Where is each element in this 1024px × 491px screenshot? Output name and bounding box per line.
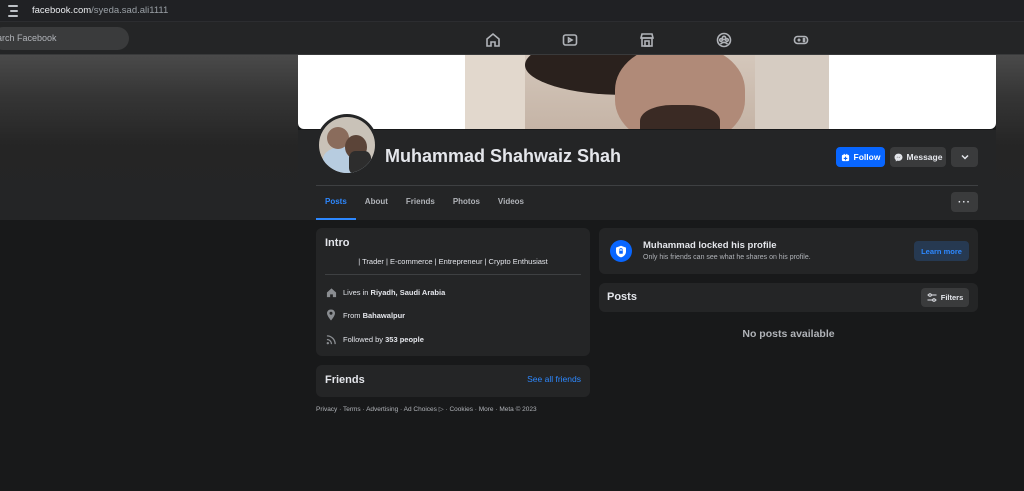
learn-more-button[interactable]: Learn more (914, 241, 969, 261)
profile-lock-icon (610, 240, 632, 262)
no-posts-message: No posts available (742, 328, 835, 340)
browser-address-bar[interactable]: facebook.com/syeda.sad.ali1111 (0, 0, 1024, 22)
intro-lives-prefix: Lives in (343, 287, 369, 297)
tab-videos[interactable]: Videos (489, 186, 533, 219)
rss-icon (325, 333, 337, 345)
cover-photo (465, 55, 829, 129)
tab-photos[interactable]: Photos (444, 186, 489, 219)
footer-links[interactable]: Privacy · Terms · Advertising · Ad Choic… (316, 405, 537, 413)
locked-profile-card: Muhammad locked his profile Only his fri… (599, 228, 978, 274)
intro-bio: | Trader | E-commerce | Entrepreneur | C… (358, 257, 548, 266)
cover-right-shade (996, 55, 1024, 220)
url-text[interactable]: facebook.com/syeda.sad.ali1111 (32, 5, 168, 16)
video-icon[interactable] (562, 32, 580, 50)
search-placeholder: earch Facebook (0, 33, 57, 43)
intro-followed-value[interactable]: 353 people (385, 335, 424, 344)
home-icon (325, 286, 337, 298)
posts-title: Posts (607, 291, 637, 303)
search-input[interactable]: earch Facebook (0, 27, 129, 50)
tab-friends[interactable]: Friends (397, 186, 444, 219)
facebook-top-nav: earch Facebook (0, 22, 1024, 55)
intro-followed-by: Followed by 353 people (325, 332, 424, 346)
url-path: /syeda.sad.ali1111 (91, 5, 169, 16)
home-icon[interactable] (485, 32, 503, 50)
follow-icon (841, 153, 849, 161)
filters-label: Filters (940, 293, 964, 302)
location-pin-icon (325, 309, 337, 321)
locked-subtitle: Only his friends can see what he shares … (643, 254, 811, 261)
intro-title: Intro (325, 237, 350, 249)
see-all-friends-link[interactable]: See all friends (527, 374, 581, 384)
url-host: facebook.com (32, 5, 92, 16)
message-button[interactable]: Message (890, 147, 946, 167)
profile-name: Muhammad Shahwaiz Shah (385, 146, 622, 166)
follow-button[interactable]: Follow (836, 147, 885, 167)
gaming-icon[interactable] (793, 32, 811, 50)
intro-lives-value[interactable]: Riyadh, Saudi Arabia (371, 288, 446, 297)
messenger-icon (894, 153, 902, 161)
intro-card: Intro | Trader | E-commerce | Entreprene… (316, 228, 590, 356)
tab-posts[interactable]: Posts (316, 186, 356, 220)
filters-button[interactable]: Filters (921, 288, 969, 307)
intro-from: From Bahawalpur (325, 308, 405, 322)
cover-photo-frame[interactable] (298, 55, 996, 129)
intro-from-value[interactable]: Bahawalpur (363, 311, 406, 320)
profile-more-button[interactable] (951, 147, 978, 167)
intro-followed-prefix: Followed by (343, 334, 384, 344)
intro-lives-in: Lives in Riyadh, Saudi Arabia (325, 285, 445, 299)
follow-label: Follow (853, 152, 881, 162)
marketplace-icon[interactable] (639, 32, 657, 50)
chevron-down-icon (960, 154, 969, 160)
site-settings-icon[interactable] (8, 4, 22, 17)
filters-icon (927, 293, 937, 302)
friends-title: Friends (325, 374, 365, 386)
intro-from-prefix: From (343, 310, 361, 320)
tab-about[interactable]: About (356, 186, 397, 219)
intro-divider (325, 274, 581, 275)
tabs-more-button[interactable]: ··· (951, 192, 978, 212)
profile-avatar[interactable] (316, 114, 378, 176)
locked-title: Muhammad locked his profile (643, 240, 777, 251)
cover-left-shade (0, 55, 298, 220)
message-label: Message (906, 152, 943, 162)
profile-tabs: Posts About Friends Photos Videos (316, 186, 533, 220)
posts-card: Posts Filters (599, 283, 978, 312)
groups-icon[interactable] (716, 32, 734, 50)
friends-card: Friends See all friends (316, 365, 590, 397)
